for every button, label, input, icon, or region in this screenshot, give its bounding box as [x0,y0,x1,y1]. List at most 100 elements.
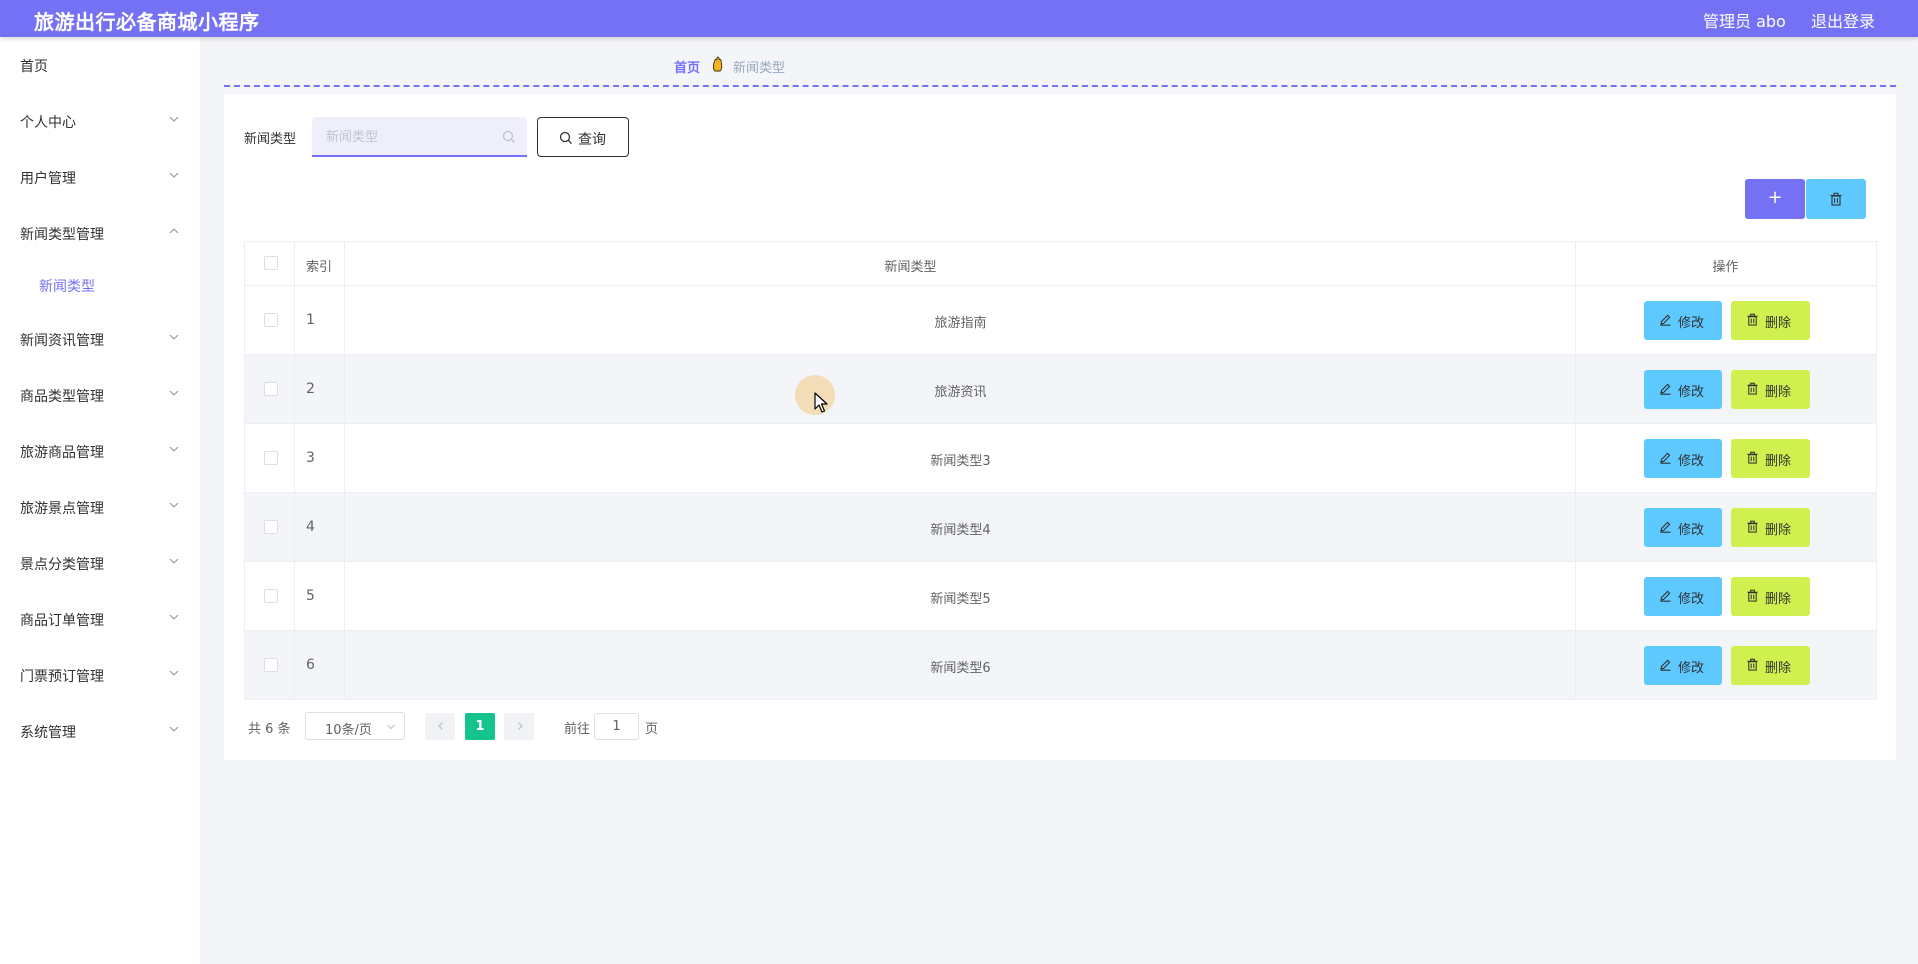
table-row: 6 新闻类型6 修改 删除 [245,631,1876,700]
delete-button[interactable]: 删除 [1731,646,1810,685]
sidebar-item-label: 首页 [20,59,48,75]
delete-button-label: 删除 [1765,523,1792,538]
table-column-divider [294,242,295,699]
query-button[interactable]: 查询 [537,117,629,157]
plus-icon: + [1767,187,1783,208]
trash-icon [1747,658,1758,671]
sidebar-item-3[interactable]: 新闻类型管理 [0,213,200,253]
sidebar-item-label: 系统管理 [20,725,76,741]
sidebar-item-label: 商品类型管理 [20,389,104,405]
table-row: 5 新闻类型5 修改 删除 [245,562,1876,631]
breadcrumb-home[interactable]: 首页 [674,57,700,76]
row-index: 3 [306,450,315,466]
batch-delete-button[interactable] [1806,179,1866,219]
edit-button-label: 修改 [1678,592,1705,607]
edit-button[interactable]: 修改 [1644,439,1722,478]
edit-icon [1660,659,1671,671]
pagination-total: 共 6 条 [248,722,291,737]
row-news-type: 新闻类型4 [930,523,991,538]
delete-button[interactable]: 删除 [1731,577,1810,616]
sidebar-item-1[interactable]: 个人中心 [0,101,200,141]
chevron-down-icon [169,614,179,620]
sidebar-item-label: 门票预订管理 [20,669,104,685]
goto-page-input[interactable] [594,713,639,740]
row-index: 6 [306,657,315,673]
sidebar-subitem-label: 新闻类型 [39,279,95,295]
delete-button-label: 删除 [1765,592,1792,607]
page-number-label: 1 [475,719,485,734]
sidebar-subitem-news-type[interactable]: 新闻类型 [0,265,200,305]
trash-icon [1747,382,1758,395]
chevron-down-icon [387,724,395,730]
delete-button-label: 删除 [1765,316,1792,331]
trash-icon [1747,520,1758,533]
chevron-down-icon [169,172,179,178]
search-icon [502,130,515,143]
delete-button[interactable]: 删除 [1731,508,1810,547]
hand-icon [712,56,723,72]
table-row: 4 新闻类型4 修改 删除 [245,493,1876,562]
sidebar-item-8[interactable]: 景点分类管理 [0,543,200,583]
page-number-current[interactable]: 1 [465,713,495,740]
sidebar-item-0[interactable]: 首页 [0,45,200,85]
search-icon [559,131,572,144]
chevron-down-icon [169,558,179,564]
table-column-divider [1575,242,1576,699]
edit-button[interactable]: 修改 [1644,508,1722,547]
query-button-label: 查询 [578,132,606,148]
table-row: 2 旅游资讯 修改 删除 [245,355,1876,424]
edit-button[interactable]: 修改 [1644,577,1722,616]
row-checkbox[interactable] [264,382,278,396]
sidebar-item-9[interactable]: 商品订单管理 [0,599,200,639]
row-news-type: 新闻类型5 [930,592,991,607]
add-button[interactable]: + [1745,179,1805,219]
row-index: 1 [306,312,315,328]
trash-icon [1747,451,1758,464]
admin-user-label: 管理员 abo [1703,12,1786,31]
row-checkbox[interactable] [264,589,278,603]
chevron-right-icon [518,722,523,730]
chevron-down-icon [169,116,179,122]
search-label: 新闻类型 [244,132,297,147]
edit-button-label: 修改 [1678,523,1705,538]
goto-label: 前往 [564,722,591,737]
row-checkbox[interactable] [264,313,278,327]
goto-suffix: 页 [645,722,659,737]
sidebar-item-11[interactable]: 系统管理 [0,711,200,751]
sidebar-item-2[interactable]: 用户管理 [0,157,200,197]
edit-button[interactable]: 修改 [1644,646,1722,685]
page-size-value: 10条/页 [325,723,372,738]
sidebar-item-5[interactable]: 商品类型管理 [0,375,200,415]
table-header: 索引 新闻类型 操作 [245,242,1876,286]
breadcrumb-current: 新闻类型 [733,61,786,76]
edit-button[interactable]: 修改 [1644,301,1722,340]
row-index: 2 [306,381,315,397]
select-all-checkbox[interactable] [264,256,278,270]
edit-button-label: 修改 [1678,661,1705,676]
chevron-down-icon [169,726,179,732]
delete-button[interactable]: 删除 [1731,370,1810,409]
page-size-select[interactable]: 10条/页 [305,712,405,740]
sidebar-item-7[interactable]: 旅游景点管理 [0,487,200,527]
delete-button[interactable]: 删除 [1731,439,1810,478]
chevron-down-icon [169,334,179,340]
search-input[interactable] [326,126,496,148]
prev-page-button[interactable] [425,713,455,740]
next-page-button[interactable] [504,713,534,740]
row-checkbox[interactable] [264,658,278,672]
mouse-cursor-icon [814,392,828,413]
chevron-down-icon [169,670,179,676]
edit-button-label: 修改 [1678,385,1705,400]
sidebar-item-label: 商品订单管理 [20,613,104,629]
edit-button[interactable]: 修改 [1644,370,1722,409]
news-type-table: 索引 新闻类型 操作 1 旅游指南 修改 删除 2 旅游资讯 修改 删除 3 新闻类型3 修改 删除 4… [244,241,1877,700]
edit-button-label: 修改 [1678,454,1705,469]
row-checkbox[interactable] [264,451,278,465]
row-checkbox[interactable] [264,520,278,534]
sidebar-item-6[interactable]: 旅游商品管理 [0,431,200,471]
logout-link[interactable]: 退出登录 [1811,8,1875,32]
table-column-divider [344,242,345,699]
sidebar-item-4[interactable]: 新闻资讯管理 [0,319,200,359]
sidebar-item-10[interactable]: 门票预订管理 [0,655,200,695]
delete-button[interactable]: 删除 [1731,301,1810,340]
